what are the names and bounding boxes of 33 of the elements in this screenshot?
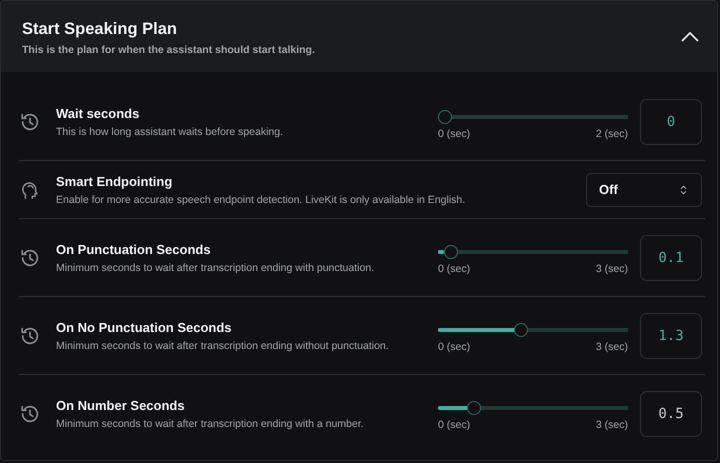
collapse-chevron-icon[interactable] — [681, 32, 699, 42]
setting-title: On No Punctuation Seconds — [56, 320, 232, 334]
min-label: 0 (sec) — [438, 341, 470, 353]
max-label: 3 (sec) — [596, 419, 628, 431]
setting-title: Wait seconds — [56, 106, 140, 121]
panel-subtitle: This is the plan for when the assistant should start talking. — [22, 44, 315, 56]
updown-icon — [680, 184, 687, 194]
history-icon — [19, 111, 41, 133]
panel-header[interactable]: Start Speaking Plan This is the plan for when the assistant should start talking. — [1, 1, 717, 72]
setting-description: Enable for more accurate speech endpoint detection. LiveKit is only available in English. — [56, 194, 466, 206]
value-field[interactable]: 0.1 — [640, 234, 702, 280]
max-label: 3 (sec) — [596, 263, 628, 275]
slider-thumb[interactable] — [514, 323, 528, 337]
setting-title: On Number Seconds — [56, 398, 185, 412]
setting-description: Minimum seconds to wait after transcription ending with punctuation. — [56, 262, 374, 274]
setting-title: Smart Endpointing — [56, 174, 172, 188]
slider-thumb[interactable] — [467, 401, 482, 415]
setting-title: On Punctuation Seconds — [56, 242, 211, 256]
slider-thumb[interactable] — [444, 245, 458, 259]
max-label: 3 (sec) — [596, 341, 628, 353]
value-field[interactable]: 0 — [640, 99, 702, 145]
value-field[interactable]: 1.3 — [640, 312, 702, 358]
min-label: 0 (sec) — [438, 263, 470, 275]
setting-description: Minimum seconds to wait after transcription ending without punctuation. — [56, 340, 389, 352]
min-label: 0 (sec) — [438, 419, 470, 431]
value-field[interactable]: 0.5 — [640, 390, 702, 436]
max-label: 2 (sec) — [596, 128, 628, 140]
min-label: 0 (sec) — [438, 128, 470, 140]
select-dropdown[interactable]: Off — [586, 172, 702, 206]
setting-description: This is how long assistant waits before speaking. — [56, 126, 284, 138]
panel-title: Start Speaking Plan — [22, 20, 178, 38]
slider-thumb[interactable] — [438, 110, 452, 124]
setting-description: Minimum seconds to wait after transcription ending with a number. — [56, 418, 364, 430]
